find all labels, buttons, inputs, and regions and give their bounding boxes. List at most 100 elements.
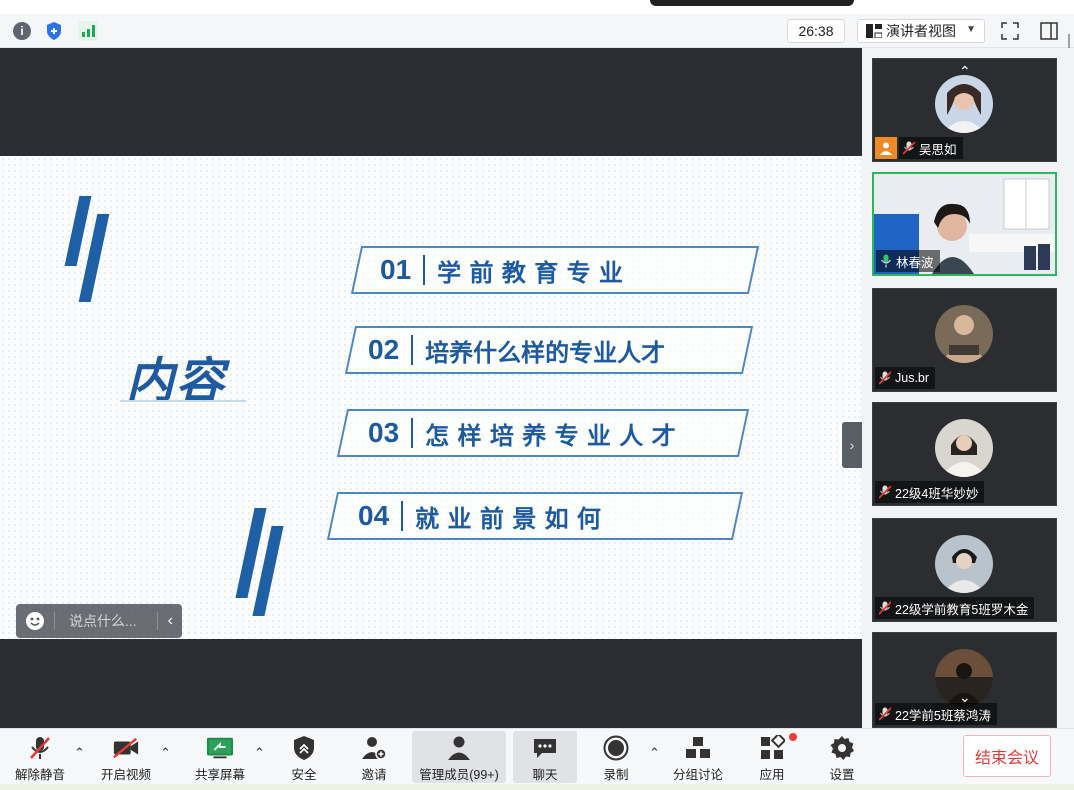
avatar	[935, 75, 993, 133]
signal-strength-icon[interactable]	[78, 21, 98, 41]
mic-muted-icon	[902, 141, 916, 155]
mic-muted-icon	[878, 371, 892, 385]
meeting-toolbar: 解除静音 ⌃ 开启视频 ⌃ 共享屏幕 ⌃ 安全 邀请 管理成员(99+) 聊天 …	[0, 728, 1074, 784]
agenda-divider	[423, 255, 426, 285]
shield-icon	[290, 734, 318, 761]
unmute-button[interactable]: 解除静音	[10, 731, 70, 783]
presentation-slide: 内容 01 学 前 教 育 专 业 02 培养什么样的专业人才 03 怎 样 培…	[0, 156, 862, 639]
invite-label: 邀请	[361, 768, 387, 782]
divider	[54, 612, 55, 630]
participant-tile[interactable]: 22级4班华妙妙	[872, 402, 1057, 506]
settings-button[interactable]: 设置	[822, 731, 862, 783]
agenda-item-01: 01 学 前 教 育 专 业	[350, 246, 760, 294]
agenda-text: 学 前 教 育 专 业	[437, 258, 623, 287]
agenda-text: 怎 样 培 养 专 业 人 才	[425, 421, 676, 450]
end-meeting-button[interactable]: 结束会议	[963, 735, 1051, 777]
screen-notch	[650, 0, 854, 6]
unmute-label: 解除静音	[14, 768, 65, 782]
fullscreen-icon[interactable]	[1000, 21, 1020, 41]
participant-name: 22学前5班蔡鸿涛	[895, 708, 991, 723]
divider	[156, 612, 158, 630]
agenda-item-03: 03 怎 样 培 养 专 业 人 才	[336, 409, 750, 457]
gear-icon	[828, 734, 856, 761]
security-label: 安全	[291, 768, 317, 782]
participant-name-tag: 林春波	[876, 250, 940, 272]
bottom-strip	[0, 784, 1074, 790]
window-top-strip	[0, 0, 1074, 14]
apps-icon	[758, 734, 786, 761]
chevron-down-icon: ▼	[966, 24, 976, 35]
share-screen-button[interactable]: 共享屏幕	[190, 731, 250, 783]
record-icon	[602, 734, 630, 761]
video-options-chevron-up-icon[interactable]: ⌃	[160, 745, 171, 761]
video-off-icon	[112, 734, 140, 761]
breakout-rooms-button[interactable]: 分组讨论	[670, 731, 726, 783]
security-button[interactable]: 安全	[284, 731, 324, 783]
agenda-divider	[411, 418, 414, 448]
emoji-icon[interactable]	[26, 612, 44, 630]
breakout-rooms-label: 分组讨论	[672, 768, 723, 782]
apps-label: 应用	[759, 768, 785, 782]
chevron-left-icon[interactable]: ‹	[168, 612, 173, 630]
chat-button[interactable]: 聊天	[513, 731, 577, 783]
meeting-timer: 26:38	[787, 19, 845, 43]
settings-label: 设置	[829, 768, 855, 782]
chat-label: 聊天	[532, 768, 558, 782]
participant-name: Jus.br	[895, 371, 930, 385]
mic-muted-icon	[878, 707, 892, 721]
chat-icon	[531, 734, 559, 761]
title-underline	[120, 400, 246, 402]
mic-muted-icon	[878, 485, 892, 499]
manage-members-button[interactable]: 管理成员(99+)	[412, 731, 506, 783]
participant-name: 22级4班华妙妙	[895, 486, 979, 501]
comment-input-box[interactable]: 说点什么... ‹	[16, 604, 182, 638]
agenda-item-04: 04 就 业 前 景 如 何	[326, 492, 744, 540]
share-options-chevron-up-icon[interactable]: ⌃	[254, 745, 265, 761]
breakout-rooms-icon	[684, 734, 712, 761]
share-screen-label: 共享屏幕	[194, 768, 245, 782]
mic-muted-icon	[26, 734, 54, 761]
collapse-panel-button[interactable]: ›	[842, 422, 862, 468]
participant-name-tag: 22级学前教育5班罗木金	[875, 597, 1035, 619]
view-mode-dropdown[interactable]: 演讲者视图 ▼	[857, 19, 985, 43]
agenda-number: 03	[368, 417, 400, 448]
agenda-text: 就 业 前 景 如 何	[415, 504, 601, 533]
top-bar: i 26:38 演讲者视图 ▼	[0, 14, 1074, 50]
participant-tile[interactable]: ⌃ 吴思如	[872, 58, 1057, 162]
avatar	[935, 305, 993, 363]
shield-icon[interactable]	[44, 21, 64, 41]
mic-muted-icon	[878, 601, 892, 615]
participants-video-panel: ⌃ 吴思如 林春波 Jus.br 22级4班华妙妙 22级学前教育5班罗木金 ⌄…	[862, 48, 1074, 728]
avatar	[935, 535, 993, 593]
participant-name: 22级学前教育5班罗木金	[895, 602, 1029, 617]
participant-tile[interactable]: Jus.br	[872, 288, 1057, 392]
notification-dot	[789, 733, 797, 741]
layout-icon	[866, 24, 883, 39]
record-options-chevron-up-icon[interactable]: ⌃	[649, 745, 660, 761]
agenda-number: 01	[380, 254, 412, 285]
participant-tile[interactable]: ⌄ 22学前5班蔡鸿涛	[872, 632, 1057, 728]
agenda-divider	[401, 501, 404, 531]
participant-name: 林春波	[896, 255, 934, 270]
participant-tile[interactable]: 22级学前教育5班罗木金	[872, 518, 1057, 622]
invite-button[interactable]: 邀请	[354, 731, 394, 783]
mic-active-icon	[880, 254, 892, 268]
participant-tile-active-speaker[interactable]: 林春波	[872, 172, 1057, 276]
agenda-divider	[411, 335, 414, 365]
add-user-icon	[360, 734, 388, 761]
manage-members-label: 管理成员(99+)	[419, 768, 499, 782]
side-panel-toggle-icon[interactable]	[1039, 21, 1059, 41]
info-icon[interactable]: i	[12, 21, 32, 41]
record-button[interactable]: 录制	[596, 731, 636, 783]
members-icon	[445, 734, 473, 761]
audio-options-chevron-up-icon[interactable]: ⌃	[74, 745, 85, 761]
host-badge-icon	[875, 137, 897, 159]
start-video-button[interactable]: 开启视频	[96, 731, 156, 783]
chevron-right-icon: ›	[849, 437, 855, 453]
participant-name: 吴思如	[919, 142, 957, 157]
agenda-number: 02	[368, 334, 400, 365]
agenda-number: 04	[358, 500, 390, 531]
start-video-label: 开启视频	[100, 768, 151, 782]
apps-button[interactable]: 应用	[752, 731, 792, 783]
agenda-item-02: 02 培养什么样的专业人才	[344, 326, 754, 374]
